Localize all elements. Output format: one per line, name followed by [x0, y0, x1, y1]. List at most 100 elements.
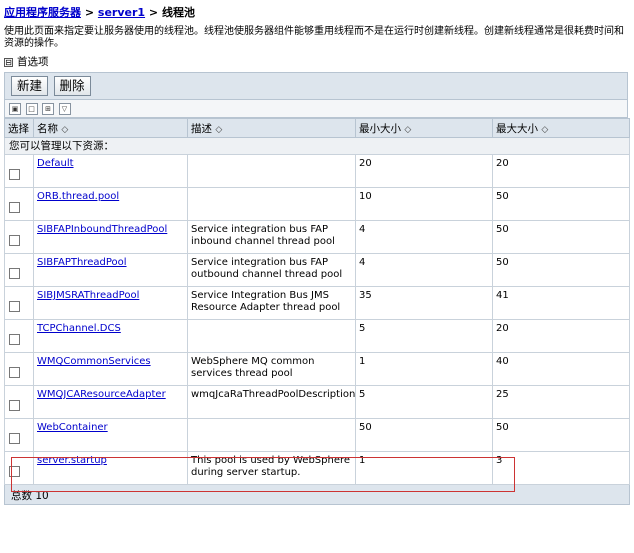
row-checkbox[interactable]	[9, 400, 20, 411]
row-checkbox[interactable]	[9, 268, 20, 279]
description-cell: wmqJcaRaThreadPoolDescription	[187, 385, 356, 419]
table-row: ORB.thread.pool 10 50	[4, 187, 630, 221]
table-row: SIBFAPInboundThreadPool Service integrati…	[4, 220, 630, 254]
thread-pool-link[interactable]: WMQCommonServices	[37, 356, 151, 367]
action-toolbar: 新建 删除	[4, 72, 628, 100]
page-content: 应用程序服务器 > server1 > 线程池 使用此页面来指定要让服务器使用的…	[4, 6, 630, 505]
table-row: Default 20 20	[4, 154, 630, 188]
row-checkbox[interactable]	[9, 334, 20, 345]
thread-pool-link[interactable]: ORB.thread.pool	[37, 191, 119, 202]
thread-pool-link[interactable]: SIBJMSRAThreadPool	[37, 290, 139, 301]
thread-pool-link[interactable]: TCPChannel.DCS	[37, 323, 121, 334]
preferences-toggle[interactable]: ⊟ 首选项	[4, 56, 628, 69]
delete-button[interactable]: 删除	[53, 76, 91, 96]
description-cell	[187, 187, 356, 221]
max-size-cell: 20	[492, 154, 630, 188]
breadcrumb-server1-link[interactable]: server1	[98, 6, 145, 19]
max-size-cell: 25	[492, 385, 630, 419]
breadcrumb: 应用程序服务器 > server1 > 线程池	[4, 6, 628, 20]
select-cell	[4, 451, 34, 485]
breadcrumb-current: 线程池	[161, 6, 195, 19]
row-checkbox[interactable]	[9, 433, 20, 444]
min-size-cell: 1	[355, 451, 493, 485]
name-cell: WMQCommonServices	[33, 352, 188, 386]
select-cell	[4, 418, 34, 452]
sort-icon[interactable]: ◇	[61, 125, 68, 135]
row-checkbox[interactable]	[9, 202, 20, 213]
select-cell	[4, 352, 34, 386]
sort-icon[interactable]: ◇	[404, 125, 411, 135]
row-checkbox[interactable]	[9, 301, 20, 312]
thread-pool-link[interactable]: WMQJCAResourceAdapter	[37, 389, 166, 400]
thread-pool-table: 选择 名称 ◇ 描述 ◇ 最小大小 ◇ 最大大小 ◇ 您可以管理以下资源： De…	[4, 118, 630, 505]
page-description: 使用此页面来指定要让服务器使用的线程池。线程池使服务器组件能够重用线程而不是在运…	[4, 26, 624, 49]
name-cell: SIBFAPInboundThreadPool	[33, 220, 188, 254]
name-cell: server.startup	[33, 451, 188, 485]
description-cell	[187, 154, 356, 188]
select-cell	[4, 154, 34, 188]
table-row: SIBFAPThreadPool Service integration bus …	[4, 253, 630, 287]
max-size-cell: 50	[492, 418, 630, 452]
max-size-header-label: 最大大小	[496, 122, 538, 135]
row-checkbox[interactable]	[9, 169, 20, 180]
total-count: 总数 10	[4, 484, 630, 505]
max-size-cell: 40	[492, 352, 630, 386]
select-all-icon[interactable]: ▣	[9, 103, 21, 115]
min-size-cell: 35	[355, 286, 493, 320]
clear-filter-icon[interactable]: ▽	[58, 103, 71, 115]
row-checkbox[interactable]	[9, 367, 20, 378]
min-size-cell: 5	[355, 385, 493, 419]
table-row: WMQJCAResourceAdapter wmqJcaRaThreadPoolD…	[4, 385, 630, 419]
thread-pool-link[interactable]: SIBFAPThreadPool	[37, 257, 127, 268]
new-button[interactable]: 新建	[11, 76, 49, 96]
breadcrumb-app-servers-link[interactable]: 应用程序服务器	[4, 6, 81, 19]
collapse-icon[interactable]: ⊟	[4, 58, 13, 67]
select-column-header: 选择	[4, 118, 34, 138]
description-cell	[187, 319, 356, 353]
min-size-cell: 5	[355, 319, 493, 353]
min-size-cell: 1	[355, 352, 493, 386]
description-cell: This pool is used by WebSphere during se…	[187, 451, 356, 485]
table-row: server.startup This pool is used by WebSp…	[4, 451, 630, 485]
max-size-cell: 3	[492, 451, 630, 485]
deselect-all-icon[interactable]: □	[25, 103, 38, 115]
select-cell	[4, 253, 34, 287]
max-size-cell: 50	[492, 187, 630, 221]
thread-pool-link[interactable]: SIBFAPInboundThreadPool	[37, 224, 167, 235]
description-header-label: 描述	[191, 122, 212, 135]
table-row: WebContainer 50 50	[4, 418, 630, 452]
breadcrumb-separator: >	[84, 6, 95, 19]
description-cell: Service Integration Bus JMS Resource Ada…	[187, 286, 356, 320]
thread-pool-link[interactable]: server.startup	[37, 455, 107, 466]
preferences-label: 首选项	[17, 56, 49, 68]
thread-pool-link[interactable]: WebContainer	[37, 422, 108, 433]
max-size-cell: 50	[492, 253, 630, 287]
min-size-header-label: 最小大小	[359, 122, 401, 135]
name-cell: WMQJCAResourceAdapter	[33, 385, 188, 419]
select-cell	[4, 286, 34, 320]
resource-banner: 您可以管理以下资源：	[4, 137, 630, 155]
min-size-cell: 50	[355, 418, 493, 452]
row-checkbox[interactable]	[9, 235, 20, 246]
resource-banner-row: 您可以管理以下资源：	[4, 137, 630, 155]
max-size-column-header[interactable]: 最大大小 ◇	[492, 118, 630, 138]
min-size-cell: 10	[355, 187, 493, 221]
sort-icon[interactable]: ◇	[541, 125, 548, 135]
max-size-cell: 50	[492, 220, 630, 254]
thread-pool-link[interactable]: Default	[37, 158, 74, 169]
table-header-row: 选择 名称 ◇ 描述 ◇ 最小大小 ◇ 最大大小 ◇	[4, 118, 630, 138]
description-cell	[187, 418, 356, 452]
name-cell: SIBFAPThreadPool	[33, 253, 188, 287]
description-cell: Service integration bus FAP inbound chan…	[187, 220, 356, 254]
total-label: 总数	[11, 490, 32, 502]
min-size-column-header[interactable]: 最小大小 ◇	[355, 118, 493, 138]
min-size-cell: 4	[355, 253, 493, 287]
name-header-label: 名称	[37, 122, 58, 135]
sort-icon[interactable]: ◇	[215, 125, 222, 135]
name-column-header[interactable]: 名称 ◇	[33, 118, 188, 138]
show-filter-icon[interactable]: ⊞	[42, 103, 54, 115]
description-cell: Service integration bus FAP outbound cha…	[187, 253, 356, 287]
description-column-header[interactable]: 描述 ◇	[187, 118, 356, 138]
row-checkbox[interactable]	[9, 466, 20, 477]
breadcrumb-separator: >	[148, 6, 159, 19]
